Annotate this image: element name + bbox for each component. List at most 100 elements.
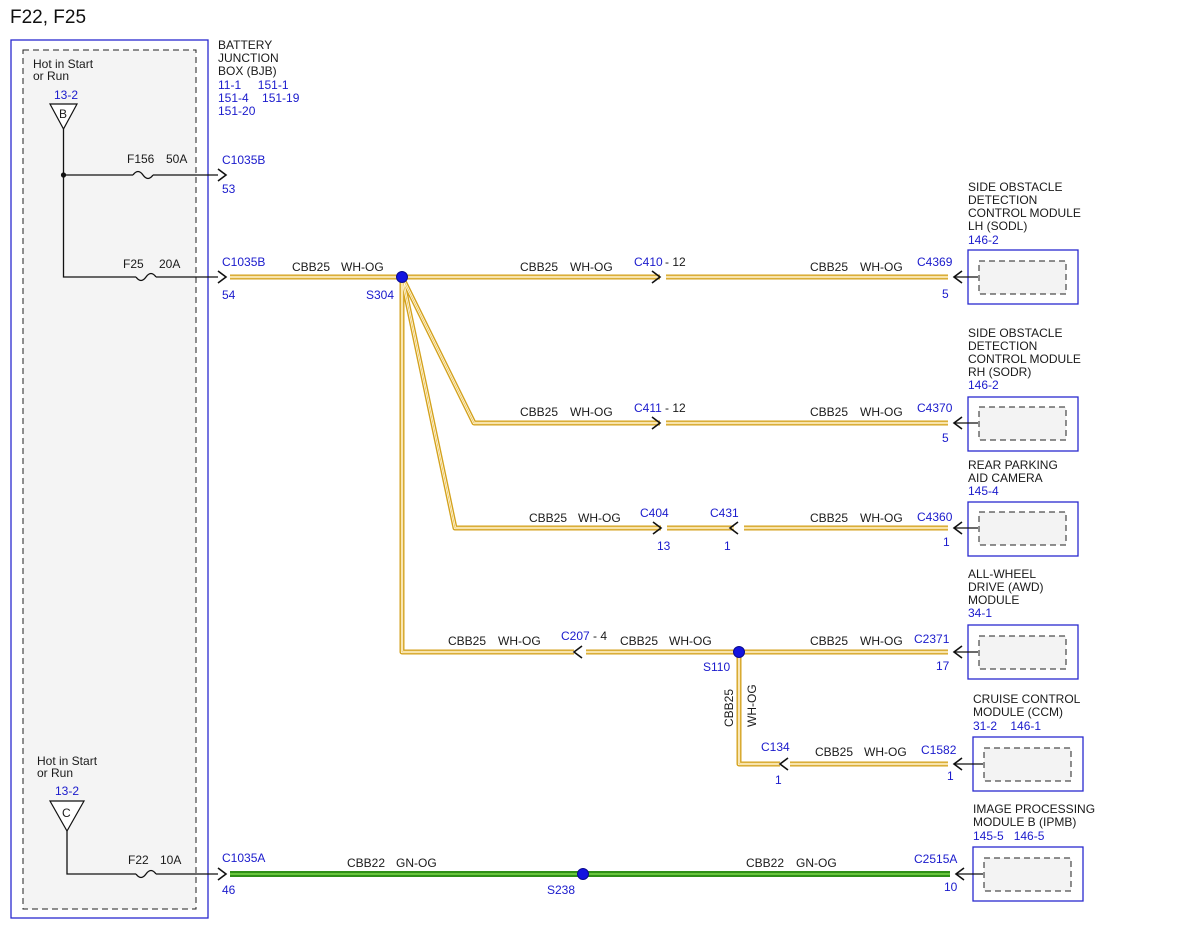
circuit-label: CBB25 [810,260,848,274]
splice-s110 [733,646,745,658]
bjb-ref: 11-1 151-1 [218,78,289,92]
module-sodl: SIDE OBSTACLE DETECTION CONTROL MODULE L… [967,180,1081,305]
module-name: DETECTION [968,193,1037,207]
circuit-label: CBB25 [810,405,848,419]
module-name: MODULE [968,593,1019,607]
connector-pin: 10 [944,880,958,894]
feed-ref: 13-2 [55,784,79,798]
module-name: MODULE (CCM) [973,705,1063,719]
wire-color-label: WH-OG [570,260,613,274]
connector-label: C404 [640,506,669,520]
fuse-rating: 20A [159,257,180,271]
wire-color-label: WH-OG [860,260,903,274]
connector-pin: 17 [936,659,950,673]
module-inner [978,511,1067,546]
module-ref: 146-2 [968,378,999,392]
connector-label: C1035A [222,851,265,865]
module-ref: 146-2 [968,233,999,247]
wire-color-label: WH-OG [864,745,907,759]
module-name: SIDE OBSTACLE [968,180,1062,194]
fuse-name: F156 [127,152,155,166]
connector-label: C2515A [914,852,957,866]
connector-pin: - 4 [593,629,607,643]
splice-label: S304 [366,288,394,302]
splice-s238 [577,868,589,880]
bjb-ref: 151-20 [218,104,256,118]
circuit-label: CBB25 [529,511,567,525]
wiring-diagram: F22, F25 BATTERY JUNCTION BOX (BJB) 11-1… [10,7,1095,919]
connector-label: C207 [561,629,590,643]
fuse-rating: 50A [166,152,187,166]
bjb-name-line: BATTERY [218,38,272,52]
module-ref: 31-2 146-1 [973,719,1041,733]
circuit-label: CBB25 [520,260,558,274]
bjb-ref: 151-4 151-19 [218,91,300,105]
module-name: CRUISE CONTROL [973,692,1081,706]
module-name: MODULE B (IPMB) [973,815,1076,829]
circuit-label: CBB25 [520,405,558,419]
module-name: CONTROL MODULE [968,352,1081,366]
fuse-name: F22 [128,853,149,867]
module-inner [983,747,1072,782]
wire-segment [399,277,948,655]
fuse-rating: 10A [160,853,181,867]
bjb-inner-outline [22,49,197,910]
fuse-name: F25 [123,257,144,271]
connector-pin: - 12 [665,255,686,269]
module-ref: 34-1 [968,606,992,620]
circuit-label: CBB25 [448,634,486,648]
circuit-label: CBB25 [810,511,848,525]
bjb-label: BATTERY JUNCTION BOX (BJB) 11-1 151-1 15… [218,38,300,118]
wire-color-label: WH-OG [669,634,712,648]
connector-pin: 5 [942,287,949,301]
feed-label: or Run [37,766,73,780]
connector-pin: 1 [775,773,782,787]
connector-pin: 1 [724,539,731,553]
connector-label: C1035B [222,153,265,167]
splice-label: S238 [547,883,575,897]
module-name: DRIVE (AWD) [968,580,1044,594]
module-connector-labels: C4369 5 C4370 5 C4360 1 C2371 17 C1582 1… [914,255,958,894]
wire-color-label: WH-OG [860,405,903,419]
module-name: ALL-WHEEL [968,567,1036,581]
wire-labels: CBB25 WH-OG CBB25 WH-OG CBB25 WH-OG CBB2… [292,260,907,870]
connector-label: C411 [634,401,662,415]
wire-color-label: GN-OG [796,856,837,870]
wire-color-label: WH-OG [860,634,903,648]
wire-color-label: WH-OG [860,511,903,525]
connector-pin: 1 [947,769,954,783]
module-ref: 145-4 [968,484,999,498]
wire-color-label: WH-OG [745,684,759,727]
wire-segment [400,277,948,654]
module-inner [978,635,1067,670]
bjb-connectors: C1035B 53 C1035B 54 C1035A 46 [217,153,265,897]
module-inner [983,857,1072,892]
module-inner [978,260,1067,295]
wire-color-label: WH-OG [570,405,613,419]
wire-color-label: WH-OG [341,260,384,274]
feed-letter: C [62,806,71,820]
circuit-label: CBB25 [810,634,848,648]
connector-pin: 5 [942,431,949,445]
connector-pin: 13 [657,539,671,553]
connector-label: C4369 [917,255,953,269]
connector-label: C134 [761,740,790,754]
wire-color-label: WH-OG [578,511,621,525]
connector-pin: - 12 [665,401,686,415]
circuit-label: CBB22 [347,856,385,870]
module-ccm: CRUISE CONTROL MODULE (CCM) 31-2 146-1 [972,692,1084,792]
module-name: SIDE OBSTACLE [968,326,1062,340]
wire-color-label: WH-OG [498,634,541,648]
connector-label: C2371 [914,632,950,646]
module-sodr: SIDE OBSTACLE DETECTION CONTROL MODULE R… [967,326,1081,452]
feed-label: or Run [33,69,69,83]
connector-label: C4360 [917,510,953,524]
circuit-label: CBB22 [746,856,784,870]
module-name: LH (SODL) [968,219,1027,233]
connector-label: C1582 [921,743,957,757]
connector-pin: 1 [943,535,950,549]
bjb-name-line: BOX (BJB) [218,64,277,78]
circuit-label: CBB25 [292,260,330,274]
feed-ref: 13-2 [54,88,78,102]
module-name: DETECTION [968,339,1037,353]
